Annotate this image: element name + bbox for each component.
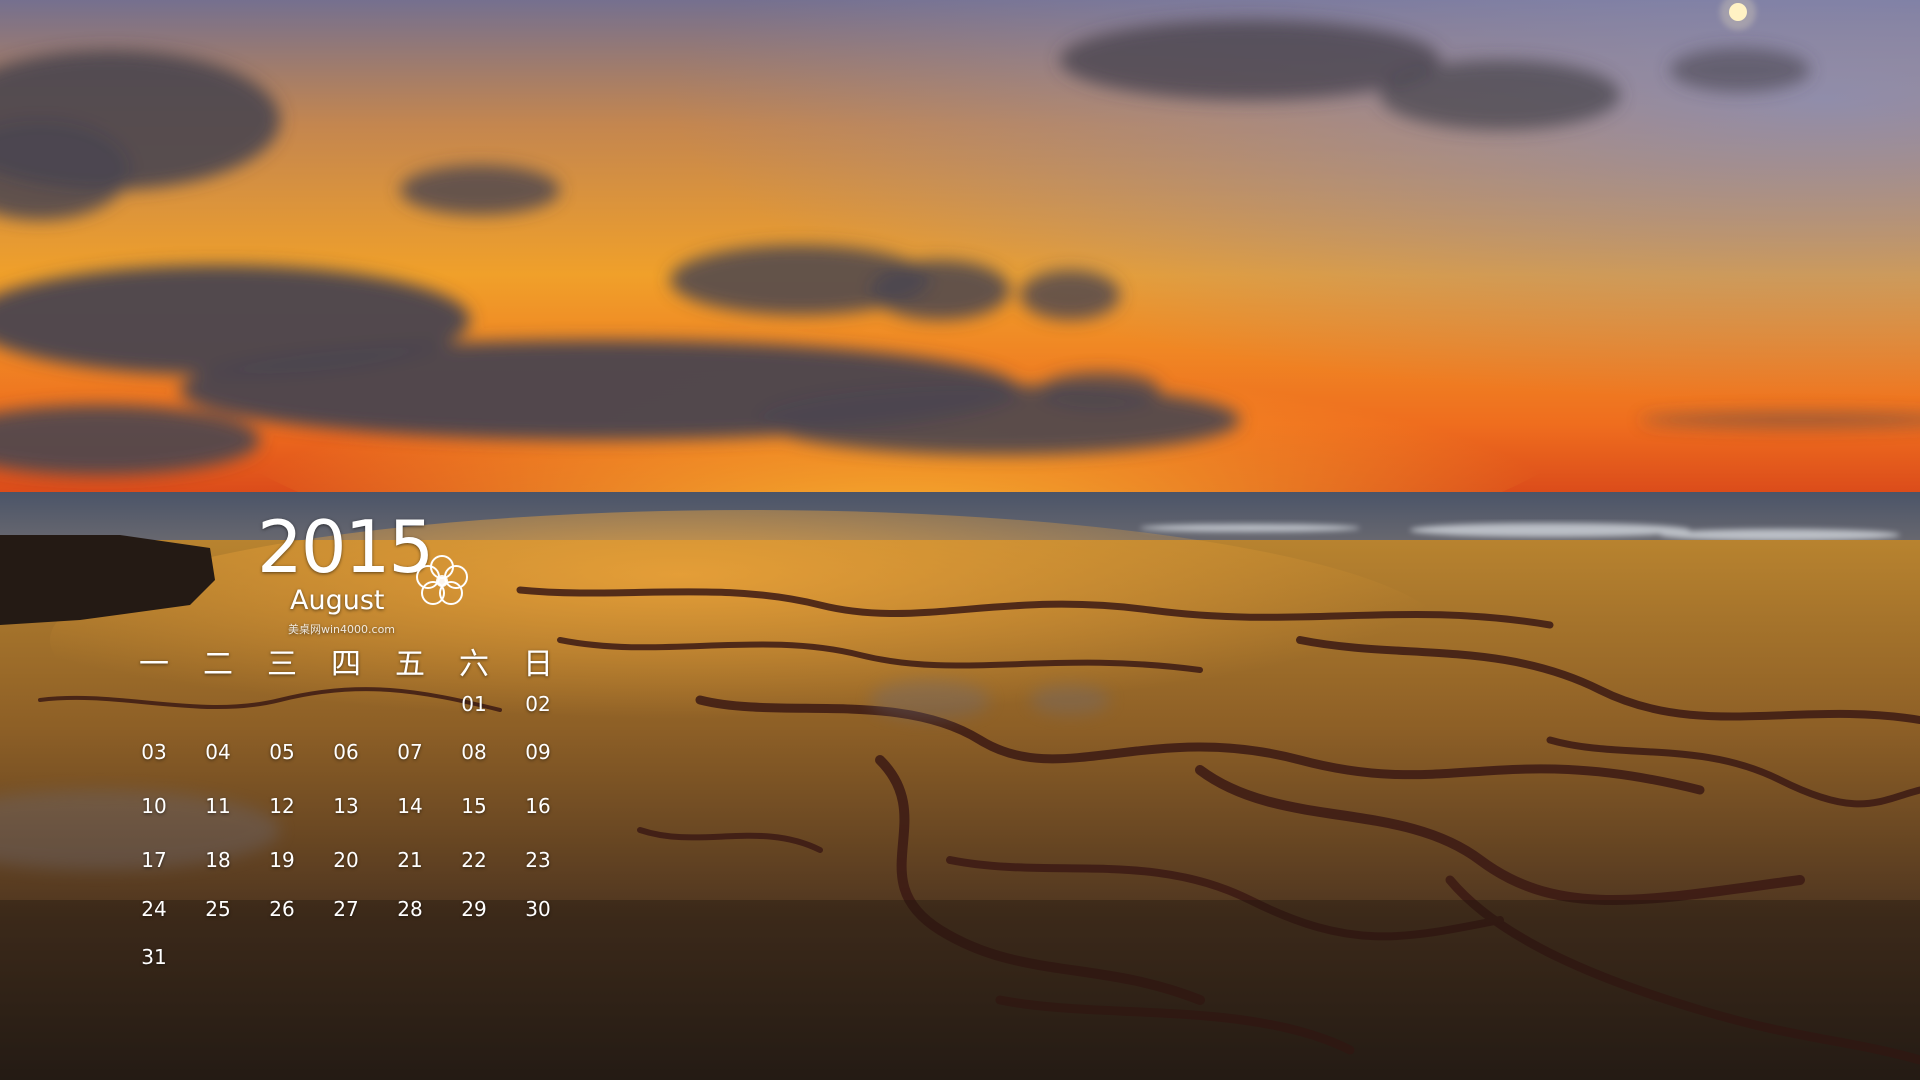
weekday-fri: 五	[395, 647, 425, 682]
calendar-day: 05	[269, 740, 295, 764]
watermark-text: 美桌网win4000.com	[288, 623, 396, 636]
calendar-day: 11	[205, 794, 231, 818]
calendar-day: 23	[525, 848, 551, 872]
calendar-day: 12	[269, 794, 295, 818]
weekday-wed: 三	[267, 647, 297, 682]
calendar-day: 22	[461, 848, 487, 872]
calendar-day: 20	[333, 848, 359, 872]
calendar-day: 08	[461, 740, 487, 764]
calendar-day-grid: 01 02 03 04 05 06 07 08 09 10 11 12 13 14 15 16 17 18 19 20…	[122, 690, 562, 990]
calendar-day: 06	[333, 740, 359, 764]
calendar-day: 01	[461, 692, 487, 716]
calendar-day: 28	[397, 897, 423, 921]
calendar-day: 16	[525, 794, 551, 818]
calendar-day: 07	[397, 740, 423, 764]
calendar-day: 18	[205, 848, 231, 872]
calendar-day: 02	[525, 692, 551, 716]
calendar-month: August	[290, 585, 385, 616]
calendar-day: 31	[141, 945, 167, 969]
calendar-day: 15	[461, 794, 487, 818]
calendar-day: 21	[397, 848, 423, 872]
weekday-sun: 日	[523, 647, 553, 682]
calendar-day: 09	[525, 740, 551, 764]
weekday-mon: 一	[139, 647, 169, 682]
calendar-day: 24	[141, 897, 167, 921]
calendar-day: 30	[525, 897, 551, 921]
weekday-tue: 二	[203, 647, 233, 682]
calendar-widget: 2015 August 美桌网win4000.com 一 二 三 四 五 六 日…	[122, 505, 562, 985]
calendar-day: 14	[397, 794, 423, 818]
calendar-day: 03	[141, 740, 167, 764]
calendar-day: 27	[333, 897, 359, 921]
calendar-day: 19	[269, 848, 295, 872]
weekday-thu: 四	[331, 647, 361, 682]
calendar-day: 13	[333, 794, 359, 818]
weekday-header-row: 一 二 三 四 五 六 日	[122, 645, 553, 685]
calendar-day: 25	[205, 897, 231, 921]
calendar-day: 29	[461, 897, 487, 921]
flower-icon	[416, 555, 468, 605]
calendar-day: 10	[141, 794, 167, 818]
calendar-day: 26	[269, 897, 295, 921]
calendar-day: 17	[141, 848, 167, 872]
calendar-year: 2015	[257, 505, 434, 589]
weekday-sat: 六	[459, 647, 489, 682]
calendar-day: 04	[205, 740, 231, 764]
